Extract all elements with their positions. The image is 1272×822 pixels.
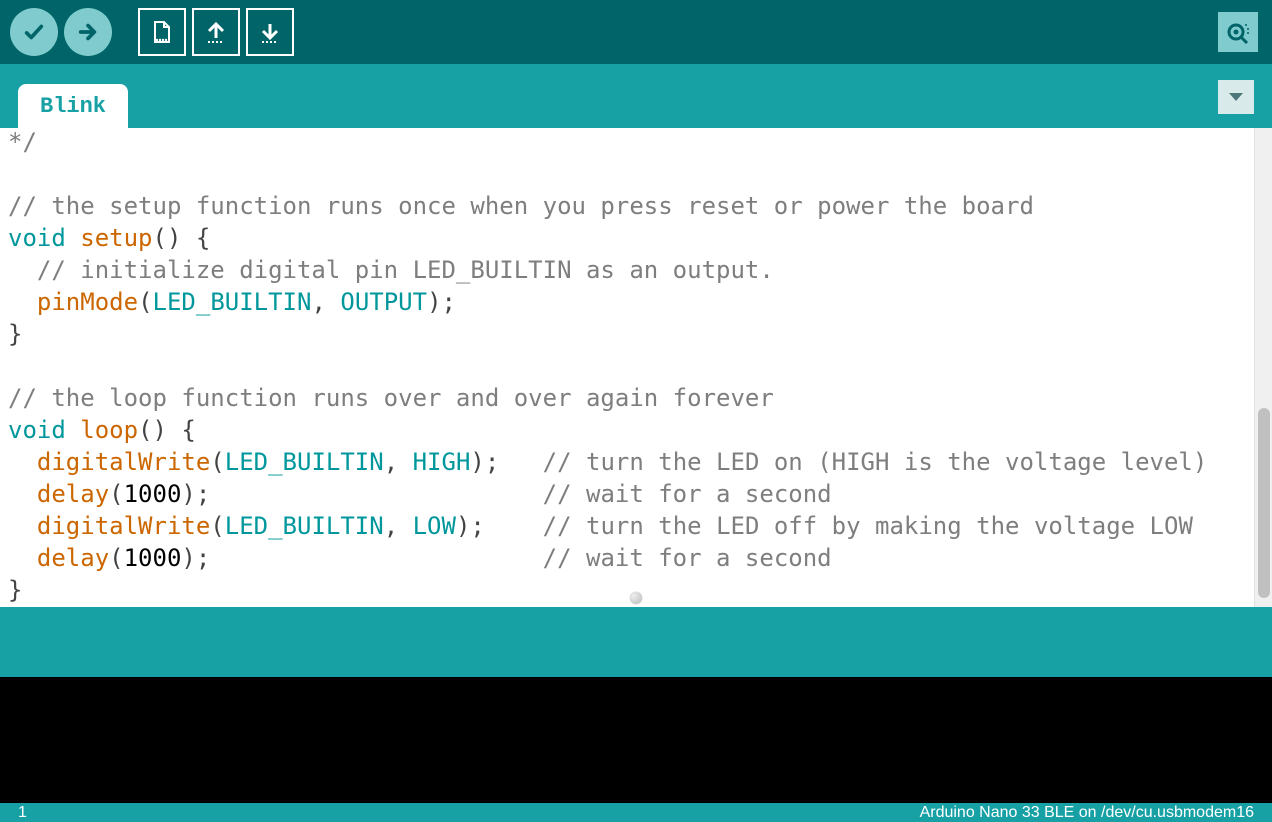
- code-line: */: [8, 128, 37, 156]
- code-text: );: [181, 480, 542, 508]
- code-content[interactable]: */ // the setup function runs once when …: [0, 128, 1272, 606]
- code-comment: // the loop function runs over and over …: [8, 384, 774, 412]
- arrow-up-icon: [204, 20, 228, 44]
- upload-button[interactable]: [64, 8, 112, 56]
- code-comment: // turn the LED on (HIGH is the voltage …: [543, 448, 1208, 476]
- status-line-number: 1: [18, 804, 27, 822]
- code-comment: // turn the LED off by making the voltag…: [543, 512, 1193, 540]
- tab-bar: Blink: [0, 64, 1272, 128]
- output-console[interactable]: [0, 677, 1272, 803]
- code-comment: // initialize digital pin LED_BUILTIN as…: [8, 256, 774, 284]
- code-indent: [8, 448, 37, 476]
- code-function: delay: [37, 544, 109, 572]
- code-indent: [8, 544, 37, 572]
- code-text: (: [210, 448, 224, 476]
- serial-monitor-icon: [1226, 20, 1250, 44]
- scrollbar-thumb[interactable]: [1258, 408, 1270, 598]
- code-text: (: [138, 288, 152, 316]
- code-text: ,: [384, 512, 413, 540]
- status-board-port: Arduino Nano 33 BLE on /dev/cu.usbmodem1…: [920, 804, 1254, 822]
- new-sketch-button[interactable]: [138, 8, 186, 56]
- code-indent: [8, 512, 37, 540]
- arrow-down-icon: [258, 20, 282, 44]
- code-text: (: [109, 544, 123, 572]
- code-constant: LED_BUILTIN: [225, 512, 384, 540]
- code-function: pinMode: [37, 288, 138, 316]
- code-text: );: [427, 288, 456, 316]
- code-constant: LED_BUILTIN: [153, 288, 312, 316]
- code-text: () {: [138, 416, 196, 444]
- code-text: );: [456, 512, 543, 540]
- tab-menu-button[interactable]: [1218, 80, 1254, 114]
- code-keyword: void: [8, 224, 66, 252]
- code-indent: [8, 480, 37, 508]
- check-icon: [23, 21, 45, 43]
- code-comment: // the setup function runs once when you…: [8, 192, 1034, 220]
- code-function: digitalWrite: [37, 512, 210, 540]
- chevron-down-icon: [1228, 92, 1244, 102]
- code-constant: LOW: [413, 512, 456, 540]
- editor-scrollbar[interactable]: [1254, 128, 1272, 607]
- code-constant: HIGH: [413, 448, 471, 476]
- code-text: (: [210, 512, 224, 540]
- code-text: ,: [311, 288, 340, 316]
- open-sketch-button[interactable]: [192, 8, 240, 56]
- arrow-right-icon: [77, 21, 99, 43]
- tab-blink[interactable]: Blink: [18, 84, 128, 129]
- save-sketch-button[interactable]: [246, 8, 294, 56]
- code-indent: [8, 288, 37, 316]
- code-editor[interactable]: */ // the setup function runs once when …: [0, 128, 1272, 607]
- file-icon: [150, 20, 174, 44]
- code-constant: OUTPUT: [340, 288, 427, 316]
- code-text: () {: [153, 224, 211, 252]
- message-bar: [0, 607, 1272, 677]
- code-comment: // wait for a second: [543, 480, 832, 508]
- code-text: );: [470, 448, 542, 476]
- code-function: digitalWrite: [37, 448, 210, 476]
- code-text: ,: [384, 448, 413, 476]
- code-number: 1000: [124, 544, 182, 572]
- code-constant: LED_BUILTIN: [225, 448, 384, 476]
- code-function: delay: [37, 480, 109, 508]
- toolbar: [0, 0, 1272, 64]
- code-text: (: [109, 480, 123, 508]
- code-function: loop: [80, 416, 138, 444]
- code-keyword: void: [8, 416, 66, 444]
- panel-resize-handle[interactable]: [630, 592, 642, 604]
- code-text: }: [8, 576, 22, 604]
- code-comment: // wait for a second: [543, 544, 832, 572]
- code-text: );: [181, 544, 542, 572]
- verify-button[interactable]: [10, 8, 58, 56]
- code-number: 1000: [124, 480, 182, 508]
- serial-monitor-button[interactable]: [1218, 12, 1258, 52]
- status-bar: 1 Arduino Nano 33 BLE on /dev/cu.usbmode…: [0, 803, 1272, 822]
- code-text: }: [8, 320, 22, 348]
- code-function: setup: [80, 224, 152, 252]
